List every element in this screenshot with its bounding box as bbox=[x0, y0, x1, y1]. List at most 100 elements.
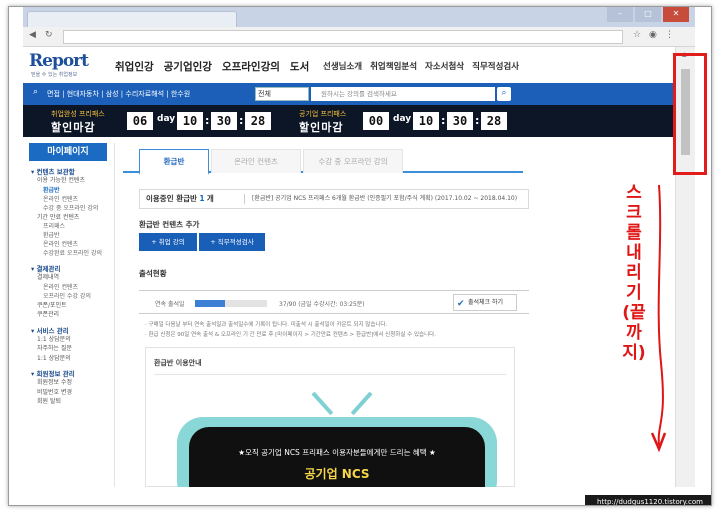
divider bbox=[244, 194, 245, 204]
nav-item[interactable]: 취업인강 bbox=[115, 59, 154, 74]
search-input[interactable]: 원하시는 강의를 검색하세요 bbox=[311, 87, 495, 101]
sidebar-subitem[interactable]: 환급반 bbox=[29, 186, 114, 195]
colon: : bbox=[239, 114, 244, 127]
sidebar-menu: ▾ 컨텐츠 보관함 이용 가능한 컨텐츠 환급반 온라인 컨텐츠 수강 중 오프라인 강… bbox=[29, 166, 114, 407]
search-bar: ⌕ 면접 | 현대자동차 | 삼성 | 수리자료해석 | 한수원 전체 원하시는… bbox=[23, 83, 675, 105]
notice-line: · 환급 신청은 90일 연속 출석 & 오프라인 기 간 만료 후 [마이페이… bbox=[145, 332, 436, 338]
sidebar-item[interactable]: 1:1 상담문의 bbox=[29, 335, 114, 345]
main-navigation: 취업인강 공기업인강 오프라인강의 도서 bbox=[115, 59, 309, 74]
tv-benefit-line: ★오직 공기업 NCS 프리패스 이용자분들에게만 드리는 혜택 ★ bbox=[238, 448, 436, 457]
divider bbox=[154, 374, 506, 375]
promo-left-minutes: 30 bbox=[211, 112, 237, 130]
promo-right-minutes: 30 bbox=[447, 112, 473, 130]
sidebar-section-label: 결제관리 bbox=[36, 265, 61, 273]
browser-window: – □ ✕ ◀ ↻ ☆ ◉ ⋮ Report 믿을 수 있는 취업정보 취업인강… bbox=[23, 7, 695, 487]
sidebar-subitem[interactable]: 프리패스 bbox=[29, 222, 114, 231]
minimize-icon[interactable]: – bbox=[607, 7, 633, 22]
extension-icon[interactable]: ◉ bbox=[649, 30, 657, 40]
nav-item[interactable]: 공기업인강 bbox=[164, 59, 212, 74]
promo-banner[interactable]: 취업완성 프리패스 할인마감 06 day 10 : 30 : 28 공기업 프… bbox=[23, 105, 675, 137]
sidebar-section-title[interactable]: ▾ 회원정보 관리 bbox=[29, 368, 114, 378]
search-category-select[interactable]: 전체 bbox=[255, 87, 309, 101]
using-detail: [환급반] 공기업 NCS 프리패스 6개월 환급반 (인증필기 포함/주식 계… bbox=[252, 195, 518, 202]
promo-right-seconds: 28 bbox=[481, 112, 507, 130]
attendance-check-label: 출석체크 하기 bbox=[468, 299, 504, 306]
secondary-nav-item[interactable]: 선생님소개 bbox=[323, 60, 362, 72]
nav-item[interactable]: 오프라인강의 bbox=[222, 59, 280, 74]
sidebar-item[interactable]: 쿠폰관리 bbox=[29, 310, 114, 320]
sidebar-item[interactable]: 쿠폰/포인트 bbox=[29, 301, 114, 311]
menu-icon[interactable]: ⋮ bbox=[665, 30, 674, 40]
sidebar-item[interactable]: 이용 가능한 컨텐츠 bbox=[29, 176, 114, 186]
scroll-down-arrow bbox=[650, 184, 667, 453]
notice-line: · 구매일 다음날 부터 연속 출석일과 출석일수에 기록이 됩니다. 미출석 … bbox=[145, 322, 388, 328]
secondary-nav-item[interactable]: 직무적성검사 bbox=[472, 60, 519, 72]
content-tabs: 환급반 온라인 컨텐츠 수강 중 오프라인 강의 bbox=[123, 143, 523, 175]
colon: : bbox=[205, 114, 210, 127]
tab-online-contents[interactable]: 온라인 컨텐츠 bbox=[211, 149, 301, 173]
window-controls: – □ ✕ bbox=[605, 7, 689, 22]
site-logo[interactable]: Report bbox=[29, 51, 89, 71]
search-icon[interactable]: ⌕ bbox=[497, 87, 511, 101]
star-icon[interactable]: ☆ bbox=[633, 30, 641, 40]
using-unit: 개 bbox=[206, 194, 214, 203]
sidebar-section-label: 컨텐츠 보관함 bbox=[36, 168, 75, 176]
sidebar-section-title[interactable]: ▾ 결제관리 bbox=[29, 263, 114, 273]
quick-links[interactable]: 면접 | 현대자동차 | 삼성 | 수리자료해석 | 한수원 bbox=[47, 89, 190, 99]
sidebar-subitem[interactable]: 온라인 컨텐츠 bbox=[29, 240, 114, 249]
browser-titlebar: – □ ✕ bbox=[23, 7, 695, 27]
sidebar-subitem[interactable]: 오프라인 수강 강의 bbox=[29, 292, 114, 301]
address-bar: ◀ ↻ ☆ ◉ ⋮ bbox=[23, 27, 695, 47]
attendance-progress-fill bbox=[195, 300, 225, 307]
close-icon[interactable]: ✕ bbox=[663, 7, 689, 22]
maximize-icon[interactable]: □ bbox=[635, 7, 661, 22]
attendance-value: 37/90 (금일 수강시간: 03:25분) bbox=[279, 301, 365, 308]
browser-tab[interactable] bbox=[27, 11, 237, 27]
promo-right-main: 할인마감 bbox=[299, 121, 344, 134]
promo-left-tag: 취업완성 프리패스 bbox=[51, 110, 105, 118]
add-aptitude-test-button[interactable]: + 직무적성검사 bbox=[199, 233, 265, 251]
colon: : bbox=[441, 114, 446, 127]
tab-offline-lectures[interactable]: 수강 중 오프라인 강의 bbox=[303, 149, 403, 173]
using-count: 1 bbox=[199, 194, 205, 203]
sidebar-title[interactable]: 마이페이지 bbox=[29, 143, 107, 161]
sidebar-subitem[interactable]: 환급반 bbox=[29, 231, 114, 240]
sidebar-item[interactable]: 기간 만료 컨텐츠 bbox=[29, 213, 114, 223]
promo-right-hours: 10 bbox=[413, 112, 439, 130]
sidebar-subitem[interactable]: 온라인 컨텐츠 bbox=[29, 283, 114, 292]
promo-right-day-label: day bbox=[393, 114, 412, 124]
guide-title: 환급반 이용안내 bbox=[154, 359, 202, 367]
sidebar-subitem[interactable]: 수강완료 오프라인 강의 bbox=[29, 249, 114, 258]
colon: : bbox=[475, 114, 480, 127]
tab-refund[interactable]: 환급반 bbox=[139, 149, 209, 175]
promo-left-seconds: 28 bbox=[245, 112, 271, 130]
url-input[interactable] bbox=[63, 30, 623, 44]
secondary-nav-item[interactable]: 자소서첨삭 bbox=[425, 60, 464, 72]
sidebar-item[interactable]: 결제내역 bbox=[29, 273, 114, 283]
active-refund-summary: 이용중인 환급반 1 개 [환급반] 공기업 NCS 프리패스 6개월 환급반 … bbox=[139, 189, 529, 209]
check-icon: ✔ bbox=[457, 299, 465, 309]
secondary-nav-item[interactable]: 취업책임분석 bbox=[370, 60, 417, 72]
add-contents-label: 환급반 컨텐츠 추가 bbox=[139, 220, 200, 229]
sidebar-item[interactable]: 회원정보 수정 bbox=[29, 378, 114, 388]
promo-left-day-label: day bbox=[157, 114, 176, 124]
promo-right-days: 00 bbox=[363, 112, 389, 130]
sidebar-item[interactable]: 1:1 상담문의 bbox=[29, 354, 114, 364]
sidebar-subitem[interactable]: 수강 중 오프라인 강의 bbox=[29, 204, 114, 213]
search-icon-left: ⌕ bbox=[33, 87, 39, 97]
attendance-rate-label: 연속 출석일 bbox=[155, 301, 185, 308]
attendance-title: 출석현황 bbox=[139, 269, 167, 278]
sidebar-item[interactable]: 비밀번호 변경 bbox=[29, 388, 114, 398]
promo-left-hours: 10 bbox=[177, 112, 203, 130]
sidebar-section-title[interactable]: ▾ 서비스 관리 bbox=[29, 325, 114, 335]
add-job-lecture-button[interactable]: + 취업 강의 bbox=[139, 233, 197, 251]
attendance-check-button[interactable]: ✔ 출석체크 하기 bbox=[453, 294, 517, 311]
sidebar-item[interactable]: 회원 탈퇴 bbox=[29, 397, 114, 407]
attendance-panel: 연속 출석일 37/90 (금일 수강시간: 03:25분) ✔ 출석체크 하기 bbox=[139, 290, 529, 314]
reload-icon[interactable]: ↻ bbox=[45, 30, 53, 40]
sidebar-subitem[interactable]: 온라인 컨텐츠 bbox=[29, 195, 114, 204]
nav-item[interactable]: 도서 bbox=[290, 59, 309, 74]
sidebar-item[interactable]: 자주하는 질문 bbox=[29, 344, 114, 354]
back-icon[interactable]: ◀ bbox=[29, 30, 36, 40]
sidebar-section-title[interactable]: ▾ 컨텐츠 보관함 bbox=[29, 166, 114, 176]
